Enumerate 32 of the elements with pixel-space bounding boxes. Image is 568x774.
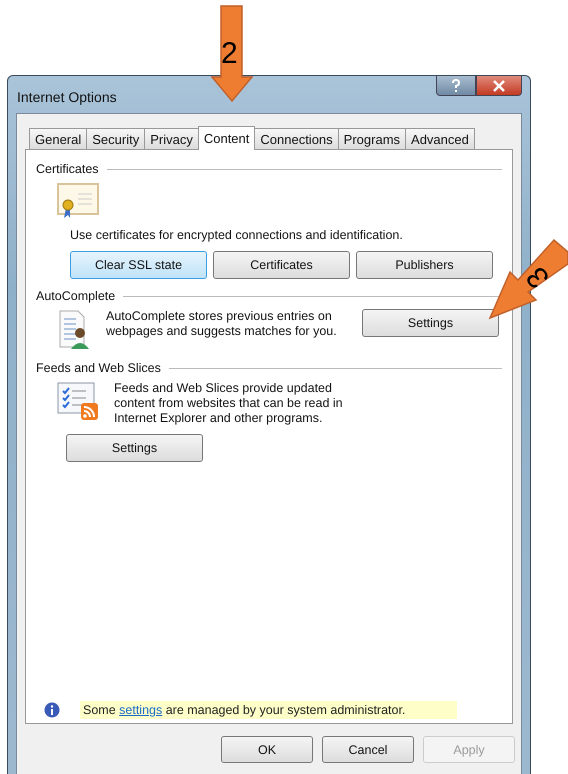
certificate-icon [56, 182, 100, 220]
close-button[interactable] [476, 76, 522, 96]
dialog-button[interactable]: OK [221, 736, 313, 763]
window-title: Internet Options [16, 88, 117, 104]
tab[interactable]: Security [86, 128, 146, 149]
tab[interactable]: Privacy [144, 128, 199, 149]
help-icon [451, 78, 461, 92]
callout-number: 3 [520, 260, 557, 294]
tab[interactable]: Connections [254, 128, 339, 149]
settings-link[interactable]: settings [119, 703, 162, 717]
section-button[interactable]: Clear SSL state [70, 251, 207, 279]
callout-number: 2 [221, 37, 238, 71]
section-description: Feeds and Web Slices provide updated content from websites that can be read in Internet Explorer and other programs. [113, 381, 344, 426]
tab[interactable]: Programs [338, 128, 406, 149]
dialog-button[interactable]: Cancel [322, 736, 414, 763]
help-button[interactable] [436, 76, 476, 96]
section-description: Use certificates for encrypted connections and identification. [69, 228, 404, 243]
section-title: Feeds and Web Slices [36, 361, 161, 375]
feed-list-icon [56, 381, 100, 421]
close-icon [492, 80, 506, 92]
tab[interactable]: General [29, 128, 88, 149]
tab[interactable]: Advanced [405, 128, 475, 149]
settings-button[interactable]: Settings [362, 309, 499, 337]
admin-notice: Some settings are managed by your system administrator. [80, 701, 458, 719]
tab[interactable]: Content [198, 126, 256, 150]
section-title: AutoComplete [36, 289, 116, 303]
section-button[interactable]: Publishers [356, 251, 493, 279]
section-button[interactable]: Certificates [213, 251, 350, 279]
info-icon [44, 702, 60, 718]
settings-button[interactable]: Settings [66, 434, 203, 462]
section-title: Certificates [36, 162, 99, 176]
section-description: AutoComplete stores previous entries on webpages and suggests matches for you. [105, 309, 338, 340]
